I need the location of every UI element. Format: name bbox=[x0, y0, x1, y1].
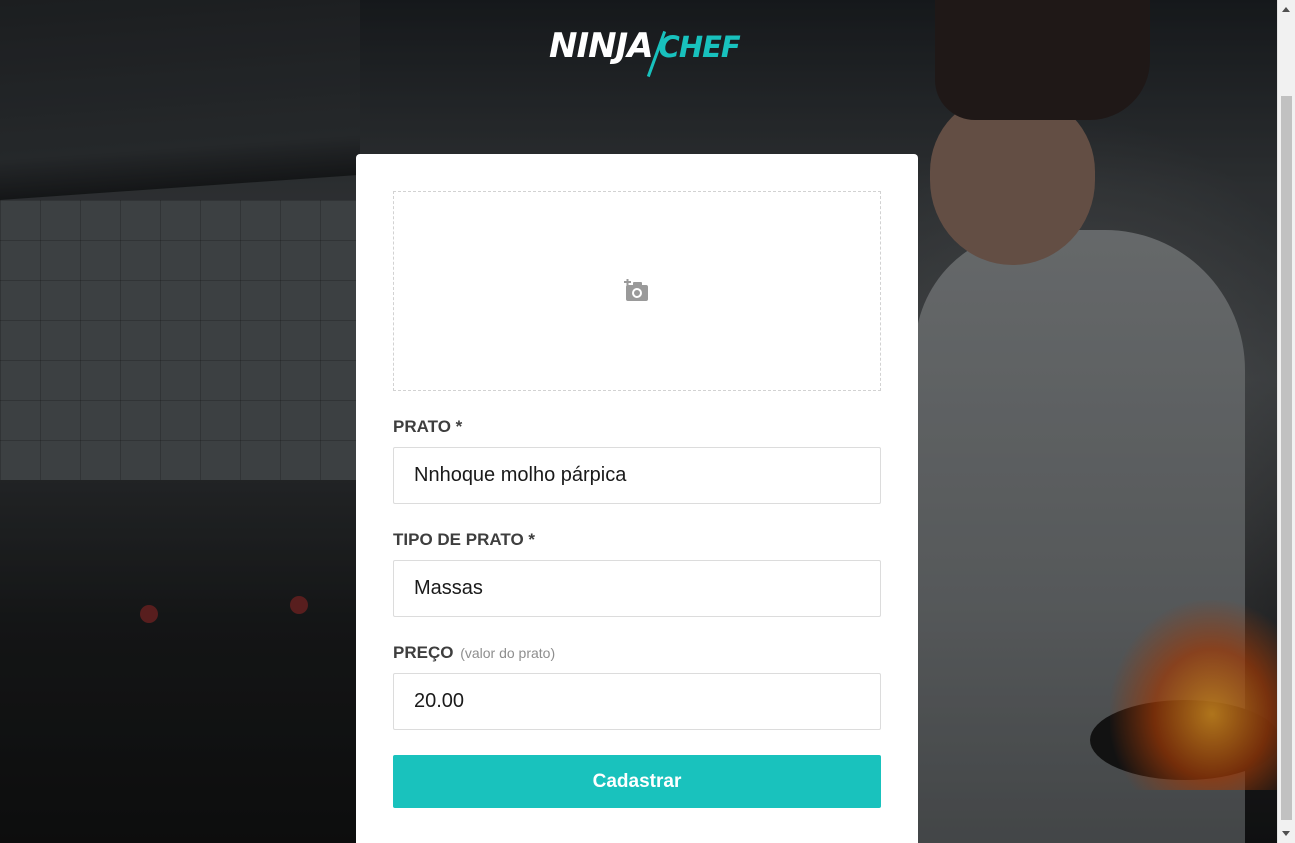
image-upload-dropzone[interactable] bbox=[393, 191, 881, 391]
dish-form-card: PRATO * TIPO DE PRATO * PREÇO (valor do … bbox=[356, 154, 918, 843]
dish-name-label-text: PRATO * bbox=[393, 417, 463, 436]
dish-name-input[interactable] bbox=[393, 447, 881, 504]
scroll-up-arrow-icon[interactable] bbox=[1282, 7, 1290, 12]
dish-type-label: TIPO DE PRATO * bbox=[393, 530, 881, 550]
scroll-down-arrow-icon[interactable] bbox=[1282, 831, 1290, 836]
dish-name-label: PRATO * bbox=[393, 417, 881, 437]
page-scrollbar[interactable] bbox=[1277, 0, 1295, 843]
dish-type-label-text: TIPO DE PRATO * bbox=[393, 530, 536, 549]
submit-button[interactable]: Cadastrar bbox=[393, 755, 881, 808]
logo-text-chef: CHEF bbox=[658, 30, 741, 64]
add-photo-icon bbox=[624, 279, 648, 301]
dish-type-input[interactable] bbox=[393, 560, 881, 617]
scrollbar-thumb[interactable] bbox=[1281, 96, 1292, 820]
price-input[interactable] bbox=[393, 673, 881, 730]
price-label: PREÇO (valor do prato) bbox=[393, 643, 881, 663]
logo-text-ninja: NINJA bbox=[549, 26, 654, 66]
ninjachef-logo: NINJA CHEF bbox=[549, 26, 741, 82]
price-hint: (valor do prato) bbox=[460, 645, 556, 661]
price-label-text: PREÇO bbox=[393, 643, 454, 662]
